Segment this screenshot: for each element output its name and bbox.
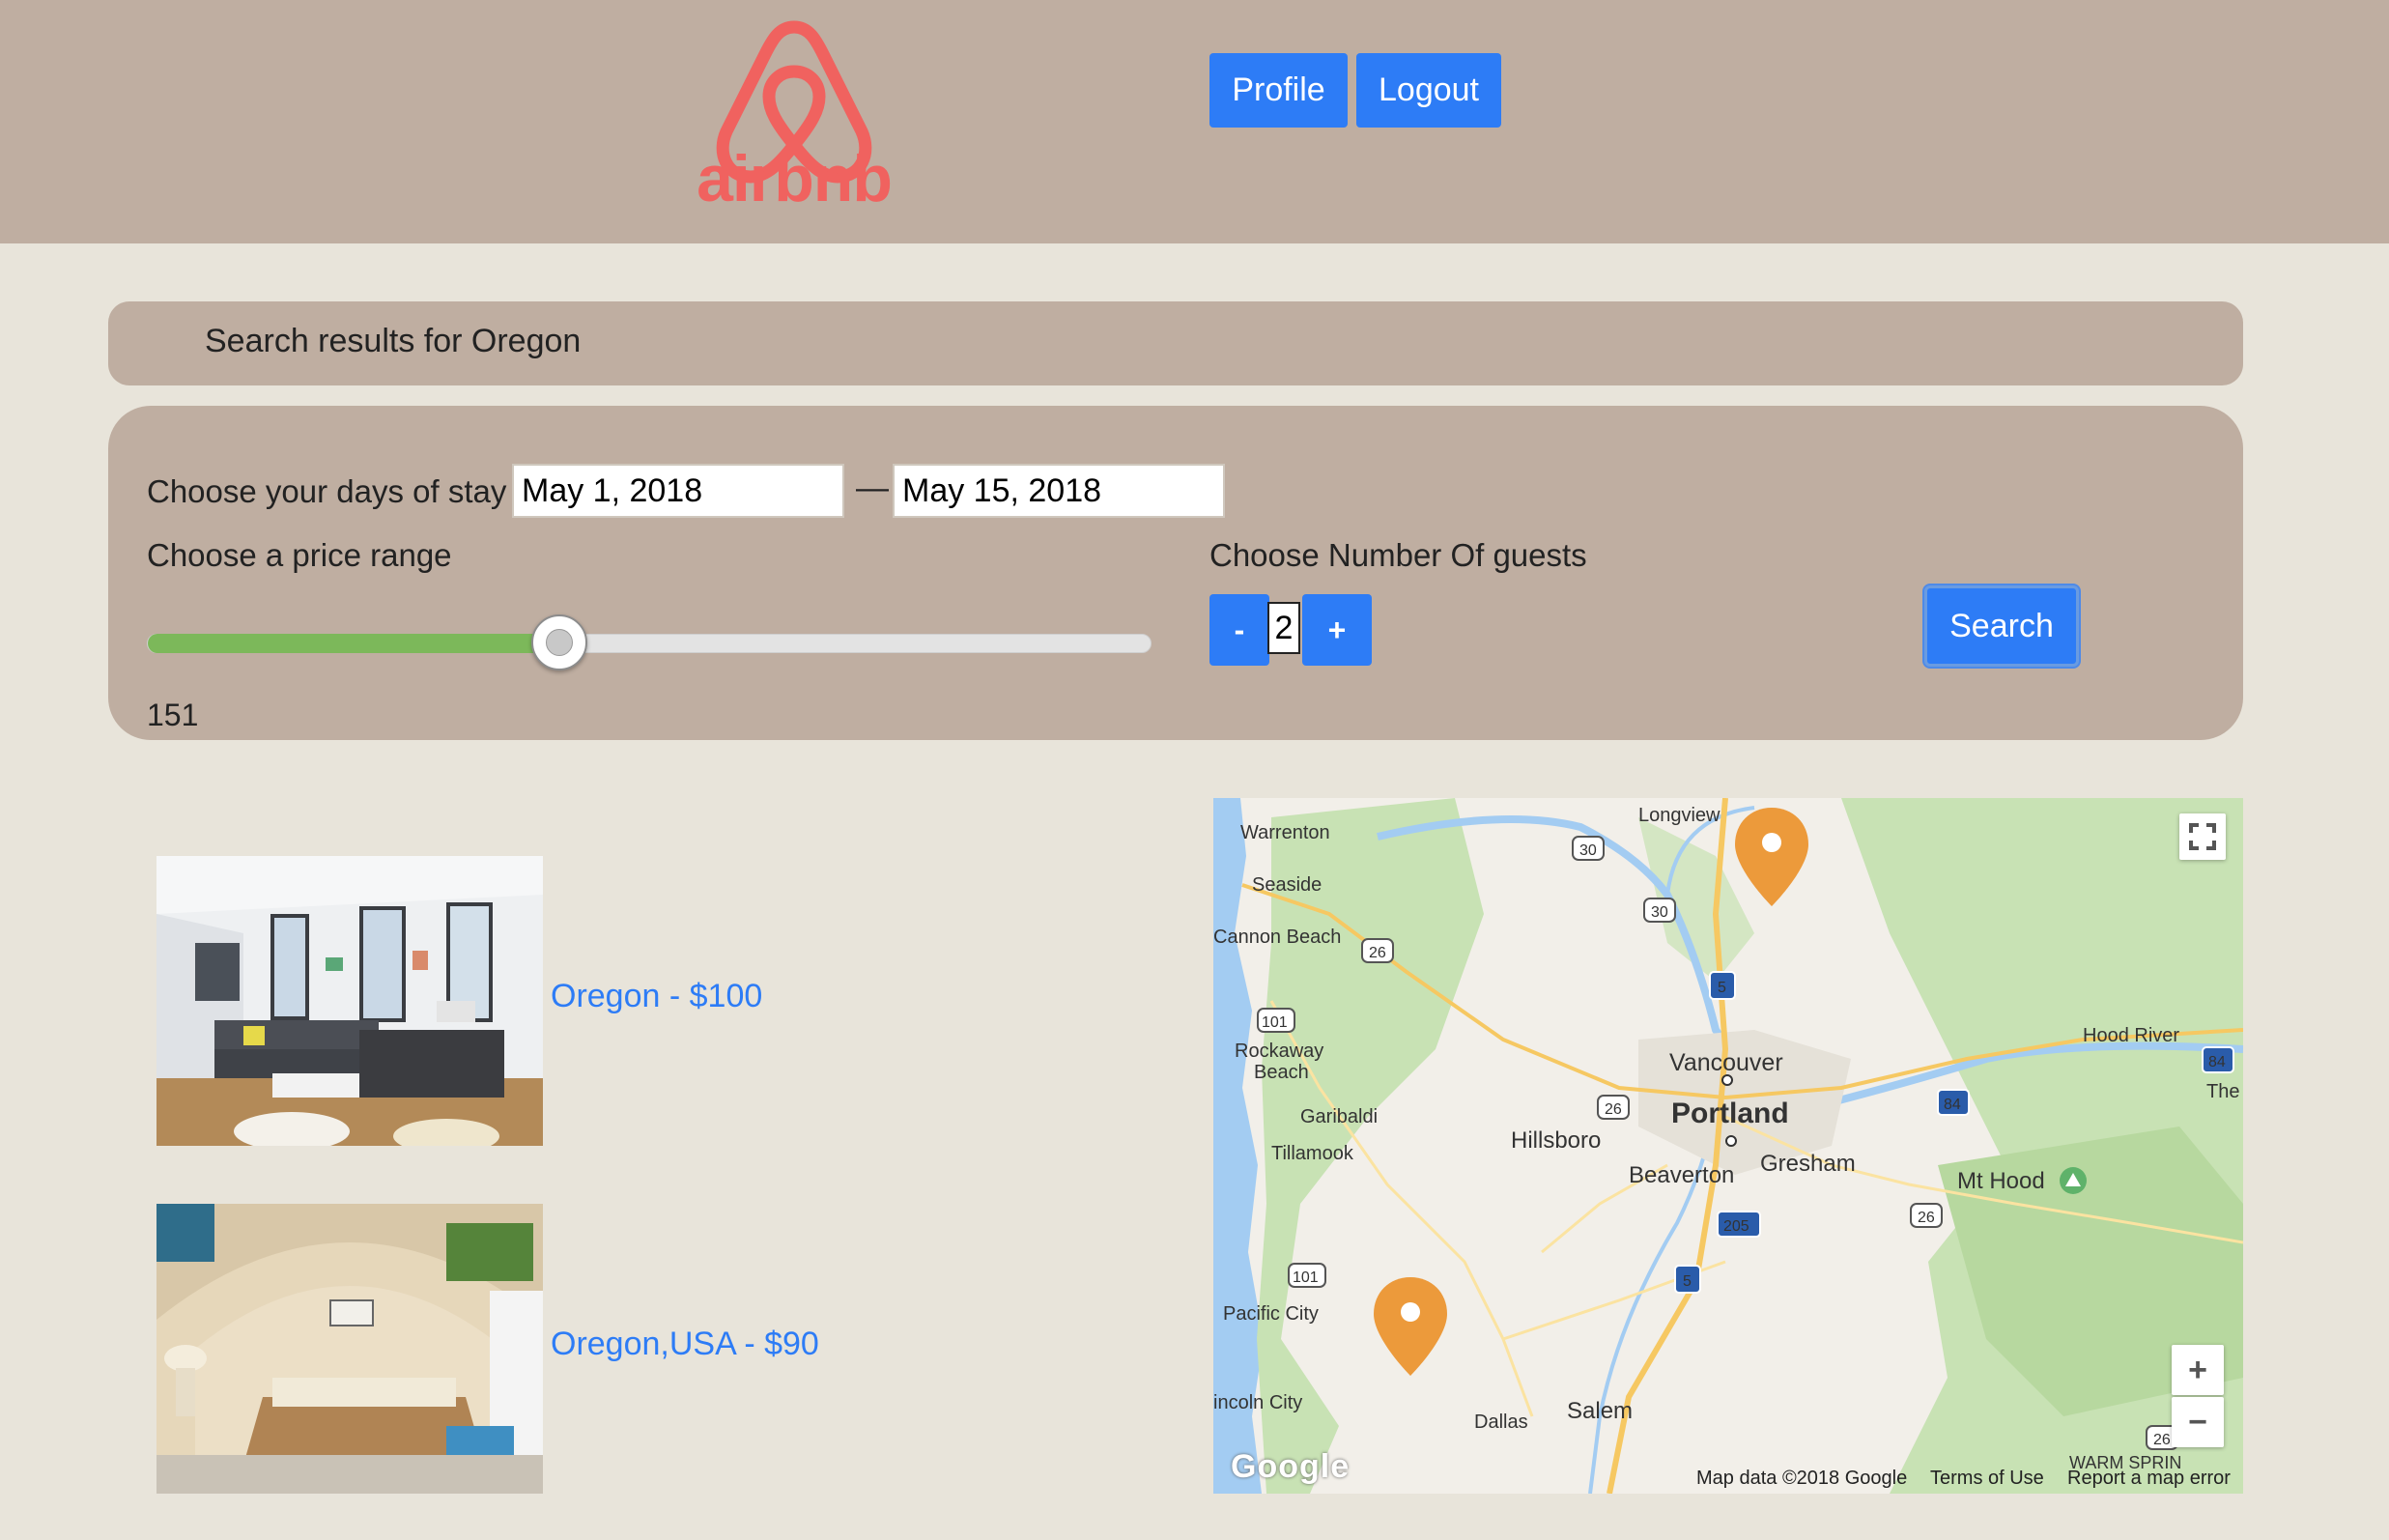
map-label-the: The (2206, 1081, 2239, 1102)
search-results-bar: Search results for Oregon (108, 301, 2243, 385)
map-label-seaside: Seaside (1252, 874, 1322, 896)
svg-text:26: 26 (1369, 945, 1386, 961)
price-range-fill (148, 634, 559, 653)
route-shield-101: 101 (1257, 1008, 1295, 1033)
svg-text:205: 205 (1723, 1218, 1749, 1235)
map-label-hood-river: Hood River (2083, 1025, 2179, 1046)
map-label-hillsboro: Hillsboro (1511, 1127, 1601, 1154)
logo-wordmark: airbnb (697, 142, 893, 215)
svg-text:26: 26 (1918, 1210, 1935, 1226)
interstate-shield-84: 84 (2202, 1046, 2234, 1073)
google-logo[interactable]: Google (1231, 1448, 1350, 1486)
guests-label: Choose Number Of guests (1209, 537, 1587, 573)
map-label-vancouver: Vancouver (1669, 1049, 1783, 1076)
svg-text:84: 84 (2208, 1054, 2226, 1070)
price-range-value: 151 (147, 698, 199, 732)
map-label-tillamook: Tillamook (1271, 1143, 1354, 1164)
map-label-pacific-city: Pacific City (1223, 1303, 1319, 1325)
map-label-garibaldi: Garibaldi (1300, 1106, 1378, 1127)
svg-text:30: 30 (1651, 904, 1668, 921)
map-label-rockaway-beach: Beach (1254, 1062, 1309, 1083)
profile-button[interactable]: Profile (1209, 53, 1348, 128)
map-label-lincoln-city: incoln City (1213, 1392, 1302, 1413)
route-shield-30: 30 (1572, 836, 1605, 861)
svg-text:26: 26 (2153, 1432, 2171, 1448)
svg-text:84: 84 (1944, 1097, 1961, 1113)
map-label-warrenton: Warrenton (1240, 822, 1330, 843)
route-shield-101: 101 (1288, 1263, 1326, 1288)
listing-photo-bedroom[interactable] (156, 1204, 543, 1494)
map-terms-link[interactable]: Terms of Use (1930, 1468, 2044, 1490)
route-shield-26: 26 (1910, 1203, 1943, 1228)
stay-label: Choose your days of stay : (147, 473, 525, 509)
map-label-gresham: Gresham (1760, 1151, 1856, 1177)
listing-link[interactable]: Oregon - $100 (551, 978, 762, 1015)
start-date-input[interactable] (512, 464, 844, 518)
map-label-portland: Portland (1671, 1098, 1789, 1129)
svg-text:101: 101 (1262, 1014, 1288, 1031)
svg-text:101: 101 (1293, 1269, 1319, 1286)
search-button[interactable]: Search (1924, 585, 2079, 667)
svg-text:5: 5 (1683, 1273, 1692, 1290)
zoom-in-button[interactable]: + (2172, 1345, 2224, 1395)
interstate-shield-5: 5 (1674, 1265, 1701, 1294)
map-data-attribution: Map data ©2018 Google (1696, 1468, 1908, 1489)
guests-decrement-button[interactable]: - (1209, 594, 1269, 666)
logout-button[interactable]: Logout (1356, 53, 1501, 128)
price-range-slider[interactable] (147, 614, 1152, 670)
end-date-input[interactable] (893, 464, 1225, 518)
svg-text:30: 30 (1579, 842, 1597, 859)
zoom-out-button[interactable]: − (2172, 1397, 2224, 1447)
date-separator: — (856, 470, 889, 506)
map-canvas[interactable]: Longview Warrenton Seaside Cannon Beach … (1213, 798, 2243, 1494)
map-label-salem: Salem (1567, 1398, 1633, 1424)
route-shield-30: 30 (1643, 898, 1676, 923)
route-shield-26: 26 (1597, 1095, 1630, 1120)
map-report-error-link[interactable]: Report a map error (2067, 1468, 2231, 1490)
filter-panel: Choose your days of stay : — Choose a pr… (108, 406, 2243, 740)
price-range-label: Choose a price range (147, 537, 452, 573)
route-shield-26: 26 (1361, 938, 1394, 963)
map-label-cannon-beach: Cannon Beach (1213, 927, 1341, 948)
map-label-rockaway: Rockaway (1235, 1041, 1323, 1062)
svg-text:5: 5 (1718, 980, 1726, 996)
map-label-longview: Longview (1638, 805, 1721, 826)
guests-increment-button[interactable]: + (1302, 594, 1372, 666)
listing-link[interactable]: Oregon,USA - $90 (551, 1326, 819, 1363)
interstate-shield-205: 205 (1717, 1211, 1761, 1238)
search-results-title: Search results for Oregon (205, 323, 582, 359)
listing-photo-living-room[interactable] (156, 856, 543, 1146)
map-label-beaverton: Beaverton (1629, 1162, 1734, 1188)
map-label-mt-hood: Mt Hood (1957, 1168, 2045, 1194)
price-range-handle[interactable] (531, 614, 587, 670)
fullscreen-icon[interactable] (2179, 813, 2226, 860)
interstate-shield-84: 84 (1937, 1089, 1970, 1116)
header: airbnb Profile Logout (0, 0, 2389, 243)
map-label-dallas: Dallas (1474, 1412, 1528, 1433)
map[interactable]: Longview Warrenton Seaside Cannon Beach … (1213, 798, 2243, 1494)
interstate-shield-5: 5 (1709, 971, 1736, 1000)
svg-text:26: 26 (1605, 1101, 1622, 1118)
guests-count-field[interactable]: 2 (1267, 602, 1300, 654)
